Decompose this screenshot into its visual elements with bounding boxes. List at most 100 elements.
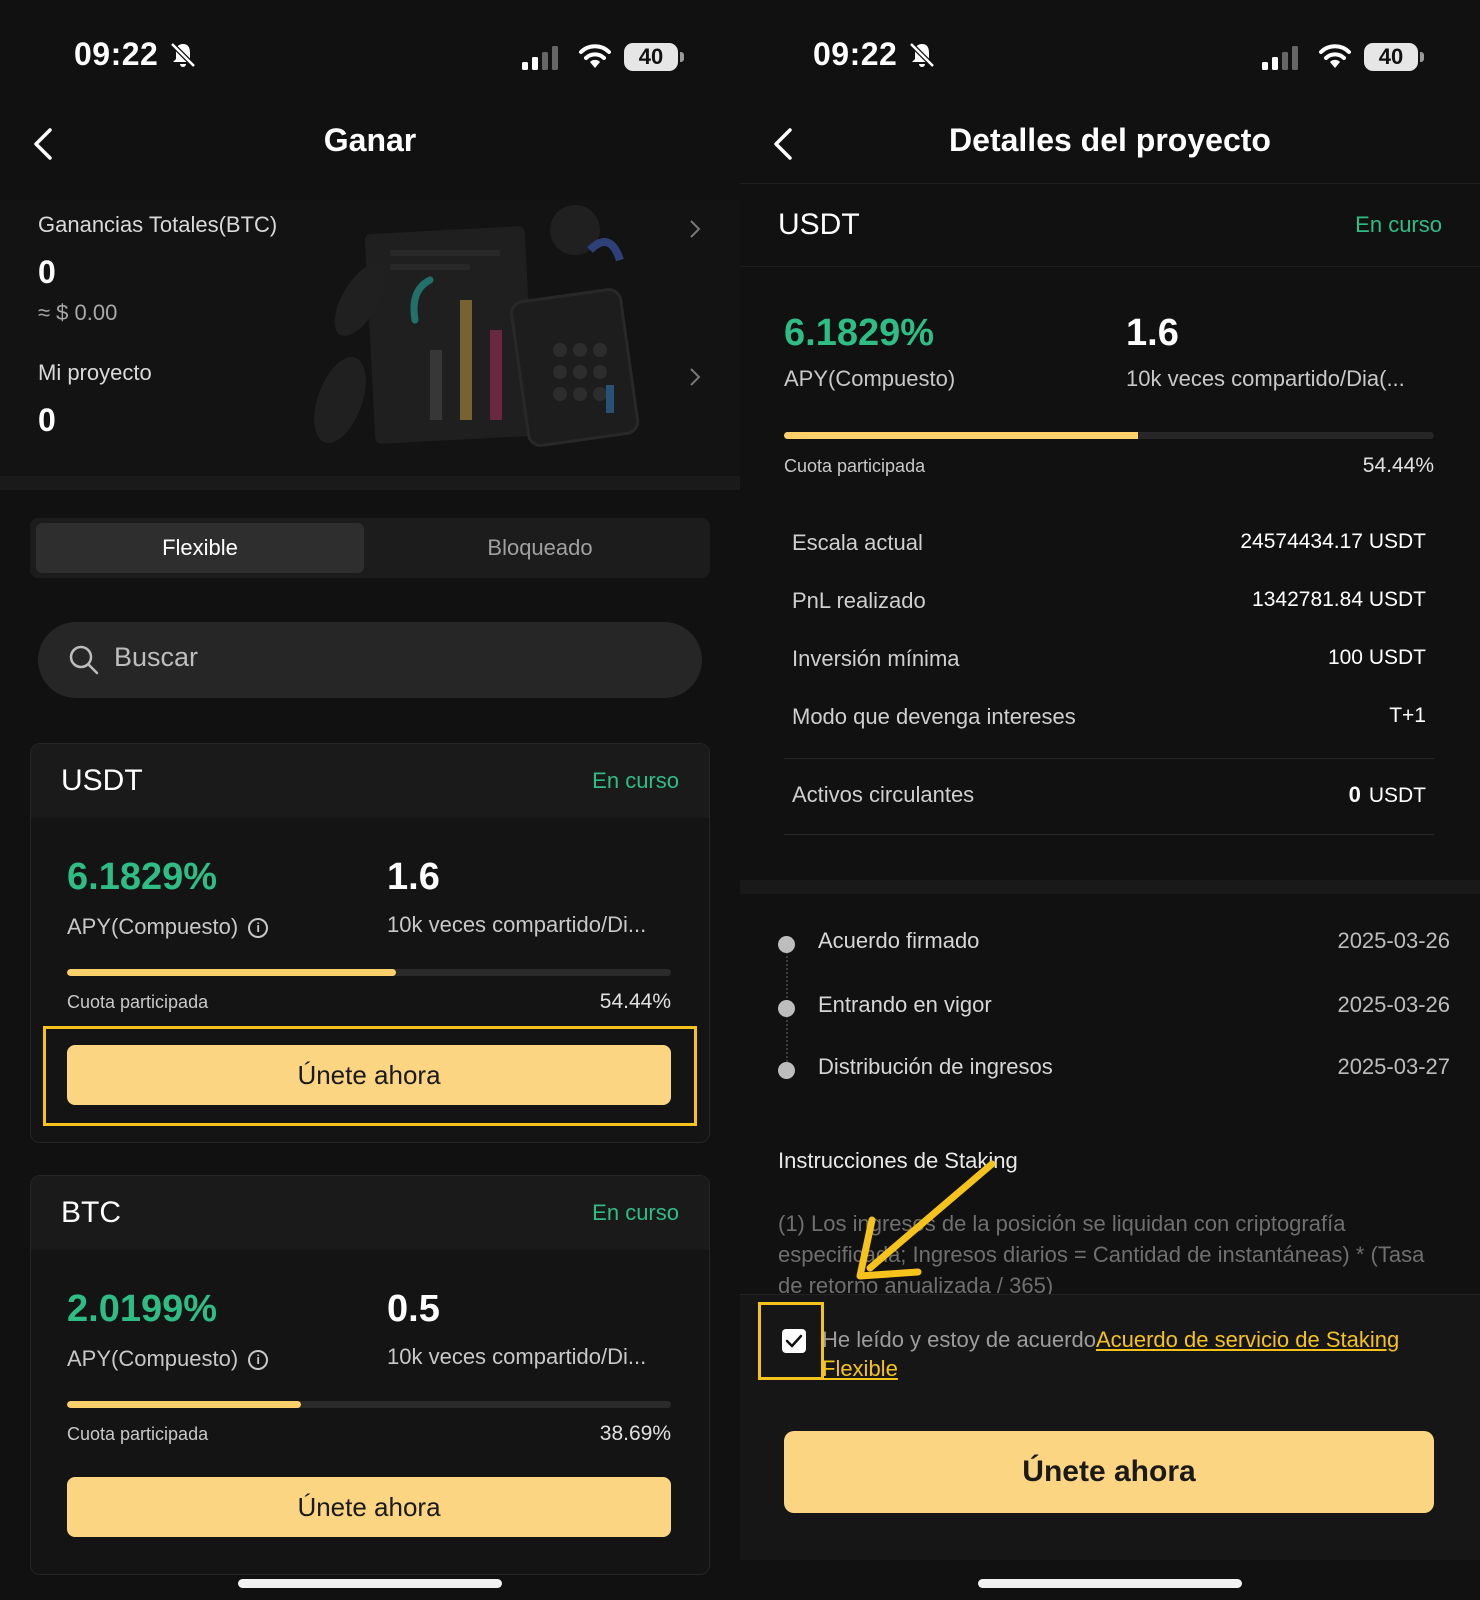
signal-icon xyxy=(1262,46,1298,70)
detail-value: 0 USDT xyxy=(1349,782,1426,808)
project-details-screen: 09:22 40 Detalles del proyecto USDT En c… xyxy=(740,0,1480,1600)
apy-value: 6.1829% xyxy=(67,856,218,898)
search-icon xyxy=(69,645,99,675)
chevron-right-icon[interactable] xyxy=(688,218,702,240)
timeline-date: 2025-03-26 xyxy=(1337,928,1450,953)
multiplier-value: 0.5 xyxy=(387,1288,440,1330)
apy-label-row: APY(Compuesto) i xyxy=(67,914,269,940)
total-earnings-value: 0 xyxy=(38,254,56,290)
search-input[interactable]: Buscar xyxy=(38,622,702,698)
multiplier-label: 10k veces compartido/Dia(... xyxy=(1126,366,1405,391)
apy-label: APY(Compuesto) xyxy=(67,1346,239,1371)
info-icon[interactable]: i xyxy=(248,918,269,938)
detail-value: 24574434.17 USDT xyxy=(1240,530,1426,553)
apy-label: APY(Compuesto) xyxy=(784,366,956,391)
quota-label: Cuota participada xyxy=(67,992,209,1012)
divider xyxy=(784,834,1434,835)
circulating-unit: USDT xyxy=(1368,784,1426,807)
bell-muted-icon xyxy=(909,42,935,68)
battery-icon: 40 xyxy=(624,43,684,71)
quota-label: Cuota participada xyxy=(784,456,926,476)
earnings-summary: Ganancias Totales(BTC) 0 ≈ $ 0.00 Mi pro… xyxy=(0,200,740,480)
wifi-icon xyxy=(1319,44,1351,68)
chevron-right-icon[interactable] xyxy=(688,366,702,388)
my-project-label: Mi proyecto xyxy=(38,360,152,385)
apy-label-row: APY(Compuesto) i xyxy=(67,1346,269,1372)
detail-key: Modo que devenga intereses xyxy=(792,704,1076,729)
multiplier-label: 10k veces compartido/Di... xyxy=(387,1344,647,1369)
quota-progress-bar xyxy=(67,1401,671,1408)
detail-row-circulating: Activos circulantes 0 USDT xyxy=(792,782,1426,822)
project-header: USDT En curso xyxy=(740,183,1480,267)
apy-label: APY(Compuesto) xyxy=(67,914,239,939)
quota-value: 54.44% xyxy=(599,990,671,1013)
detail-value: T+1 xyxy=(1389,704,1426,727)
tab-flexible[interactable]: Flexible xyxy=(36,523,364,573)
home-indicator xyxy=(238,1579,502,1588)
status-badge: En curso xyxy=(592,768,679,793)
nav-bar: Ganar xyxy=(0,110,740,180)
product-tabs: Flexible Bloqueado xyxy=(30,518,710,578)
detail-row-min-investment: Inversión mínima 100 USDT xyxy=(792,646,1426,686)
wifi-icon xyxy=(579,44,611,68)
status-time: 09:22 xyxy=(813,36,898,72)
product-card-btc: BTC En curso 2.0199% APY(Compuesto) i 0.5… xyxy=(30,1175,710,1575)
detail-key: PnL realizado xyxy=(792,588,926,613)
detail-row-interest-mode: Modo que devenga intereses T+1 xyxy=(792,704,1426,744)
highlight-box xyxy=(758,1302,824,1380)
coin-name: BTC xyxy=(61,1196,121,1229)
agreement-prefix: He leído y estoy de acuerdo xyxy=(822,1327,1096,1352)
quota-progress-bar xyxy=(67,969,671,976)
detail-key: Inversión mínima xyxy=(792,646,960,671)
search-placeholder: Buscar xyxy=(114,642,199,672)
timeline-date: 2025-03-26 xyxy=(1337,992,1450,1017)
status-badge: En curso xyxy=(1355,212,1442,237)
status-badge: En curso xyxy=(592,1200,679,1225)
bottom-action-sheet: He leído y estoy de acuerdoAcuerdo de se… xyxy=(740,1294,1480,1560)
circulating-amount: 0 xyxy=(1348,782,1361,807)
earn-screen: 09:22 40 Ganar Ganancias Totales(BTC) 0 … xyxy=(0,0,740,1600)
coin-name: USDT xyxy=(778,208,860,241)
page-title: Detalles del proyecto xyxy=(949,122,1271,158)
info-icon[interactable]: i xyxy=(248,1350,269,1370)
page-title: Ganar xyxy=(323,122,417,158)
divider xyxy=(784,758,1434,759)
multiplier-value: 1.6 xyxy=(1126,312,1179,354)
join-now-button[interactable]: Únete ahora xyxy=(67,1477,671,1537)
signal-icon xyxy=(522,46,558,70)
apy-value: 6.1829% xyxy=(784,312,935,354)
detail-value: 100 USDT xyxy=(1327,646,1426,669)
multiplier-label: 10k veces compartido/Di... xyxy=(387,912,647,937)
timeline-item: Distribución de ingresos 2025-03-27 xyxy=(778,1054,1450,1094)
multiplier-value: 1.6 xyxy=(387,856,440,898)
timeline-dot xyxy=(778,1062,795,1079)
timeline-date: 2025-03-27 xyxy=(1337,1054,1450,1079)
quota-progress-bar xyxy=(784,432,1434,439)
tab-locked[interactable]: Bloqueado xyxy=(376,523,704,573)
card-header: USDT En curso xyxy=(31,744,709,818)
quota-value: 38.69% xyxy=(599,1422,671,1445)
detail-key: Activos circulantes xyxy=(792,782,975,807)
detail-row-scale: Escala actual 24574434.17 USDT xyxy=(792,530,1426,570)
my-project-value: 0 xyxy=(38,402,56,438)
join-now-button[interactable]: Únete ahora xyxy=(784,1431,1434,1513)
status-bar: 09:22 40 xyxy=(740,30,1480,80)
total-earnings-usd: ≈ $ 0.00 xyxy=(38,300,118,325)
agreement-text: He leído y estoy de acuerdoAcuerdo de se… xyxy=(822,1325,1452,1383)
apy-value: 2.0199% xyxy=(67,1288,218,1330)
nav-bar: Detalles del proyecto xyxy=(740,110,1480,180)
timeline-item: Entrando en vigor 2025-03-26 xyxy=(778,992,1450,1032)
status-bar: 09:22 40 xyxy=(0,30,740,80)
total-earnings-label: Ganancias Totales(BTC) xyxy=(38,212,278,237)
timeline-label: Distribución de ingresos xyxy=(818,1054,1053,1079)
quota-label: Cuota participada xyxy=(67,1424,209,1444)
annotation-arrow-icon xyxy=(856,1160,996,1280)
timeline-dot xyxy=(778,1000,795,1017)
timeline-item: Acuerdo firmado 2025-03-26 xyxy=(778,928,1450,968)
detail-value: 1342781.84 USDT xyxy=(1252,588,1426,611)
finance-illustration xyxy=(314,205,640,447)
timeline-dot xyxy=(778,936,795,953)
quota-value: 54.44% xyxy=(1362,454,1434,477)
coin-name: USDT xyxy=(61,764,143,797)
timeline-label: Entrando en vigor xyxy=(818,992,992,1017)
